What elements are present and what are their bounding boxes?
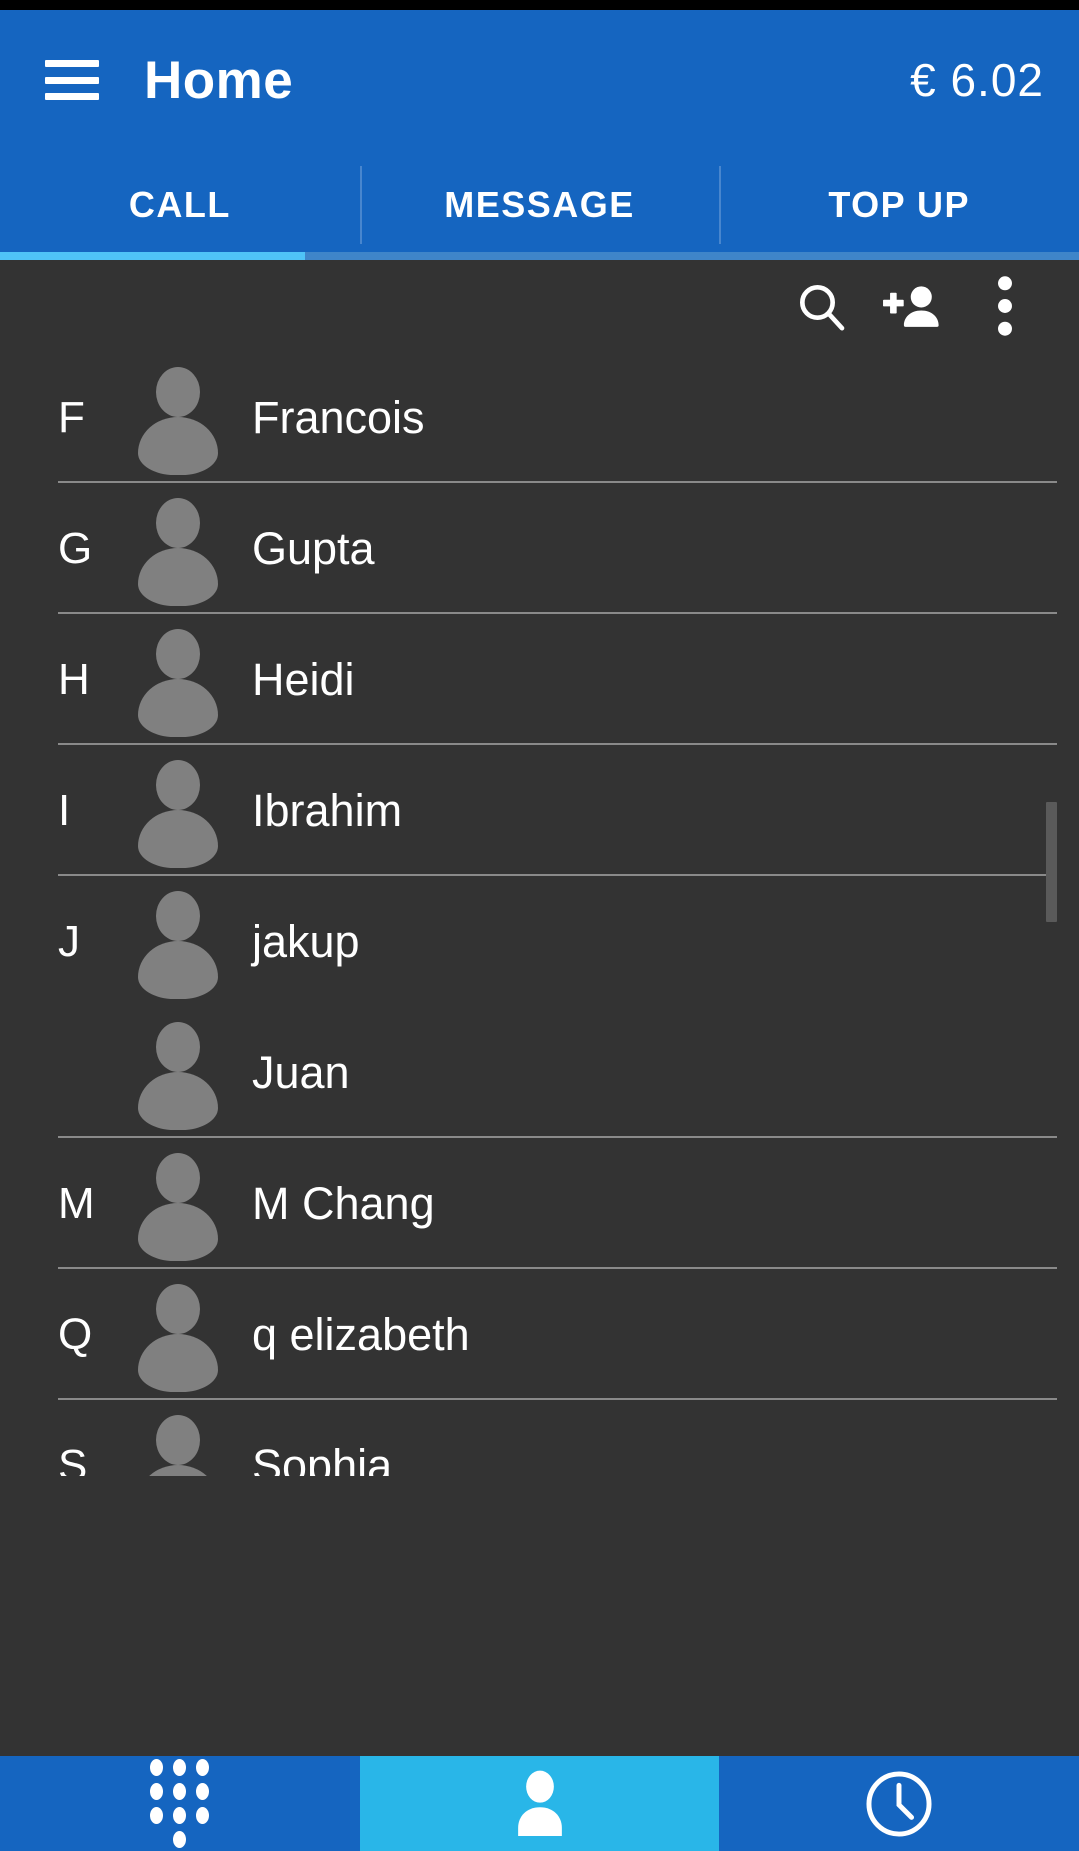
add-contact-icon[interactable] [867, 260, 959, 352]
contact-name: Gupta [252, 522, 375, 574]
contact-row[interactable]: M M Chang [0, 1138, 1079, 1269]
avatar [134, 628, 222, 737]
tab-message[interactable]: MESSAGE [359, 150, 720, 260]
contact-row[interactable]: Juan [0, 1007, 1079, 1138]
bottom-navigation [0, 1756, 1079, 1851]
avatar [134, 366, 222, 475]
contact-name: M Chang [252, 1177, 435, 1229]
tab-active-indicator [0, 252, 305, 260]
section-letter: M [58, 1178, 95, 1228]
contact-name: q elizabeth [252, 1308, 470, 1360]
contact-name: Francois [252, 391, 425, 443]
tab-bar: CALL MESSAGE TOP UP [0, 150, 1079, 260]
section-letter: H [58, 654, 90, 704]
contact-row[interactable]: Jjakup [0, 876, 1079, 1007]
section-letter: Q [58, 1309, 93, 1359]
section-letter: S [58, 1440, 88, 1477]
contact-row[interactable]: I Ibrahim [0, 745, 1079, 876]
avatar [134, 1021, 222, 1130]
contact-name: Ibrahim [252, 784, 403, 836]
avatar [134, 759, 222, 868]
contact-name: jakup [252, 915, 360, 967]
contact-row[interactable]: S Sophia [0, 1400, 1079, 1476]
status-bar [0, 0, 1079, 10]
avatar [134, 1414, 222, 1476]
page-title: Home [144, 50, 294, 110]
contacts-person-icon [517, 1770, 562, 1836]
nav-item-contacts[interactable] [359, 1756, 720, 1851]
action-icon-row [0, 260, 1079, 352]
hamburger-menu-icon[interactable] [45, 60, 99, 100]
overflow-menu-icon[interactable] [959, 260, 1051, 352]
search-icon[interactable] [775, 260, 867, 352]
tab-call[interactable]: CALL [0, 150, 360, 260]
section-letter: I [58, 785, 71, 835]
contact-name: Juan [252, 1046, 350, 1098]
contacts-panel: F Francois G Gupta H Heidi I Ibrahim Jjakup Juan M… [0, 260, 1079, 1476]
balance-amount: € 6.02 [910, 54, 1044, 106]
contact-row[interactable]: F Francois [0, 352, 1079, 483]
avatar [134, 497, 222, 606]
nav-item-history[interactable] [719, 1756, 1079, 1851]
contact-name: Heidi [252, 653, 355, 705]
contact-row[interactable]: H Heidi [0, 614, 1079, 745]
dialpad-icon [144, 1759, 216, 1848]
contact-row[interactable]: Qq elizabeth [0, 1269, 1079, 1400]
tab-top-up[interactable]: TOP UP [719, 150, 1079, 260]
avatar [134, 1283, 222, 1392]
nav-item-dialpad[interactable] [0, 1756, 360, 1851]
avatar [134, 890, 222, 999]
contact-name: Sophia [252, 1439, 393, 1477]
section-letter: F [58, 392, 85, 442]
section-letter: J [58, 916, 80, 966]
contact-row[interactable]: G Gupta [0, 483, 1079, 614]
section-letter: G [58, 523, 93, 573]
contact-list: F Francois G Gupta H Heidi I Ibrahim Jjakup Juan M… [0, 352, 1079, 1476]
app-bar: Home € 6.02 [0, 10, 1079, 150]
scrollbar-thumb[interactable] [1046, 802, 1057, 922]
history-clock-icon [866, 1770, 932, 1837]
avatar [134, 1152, 222, 1261]
phone-screen: Home € 6.02 CALL MESSAGE TOP UP F Franco… [0, 0, 1079, 1851]
